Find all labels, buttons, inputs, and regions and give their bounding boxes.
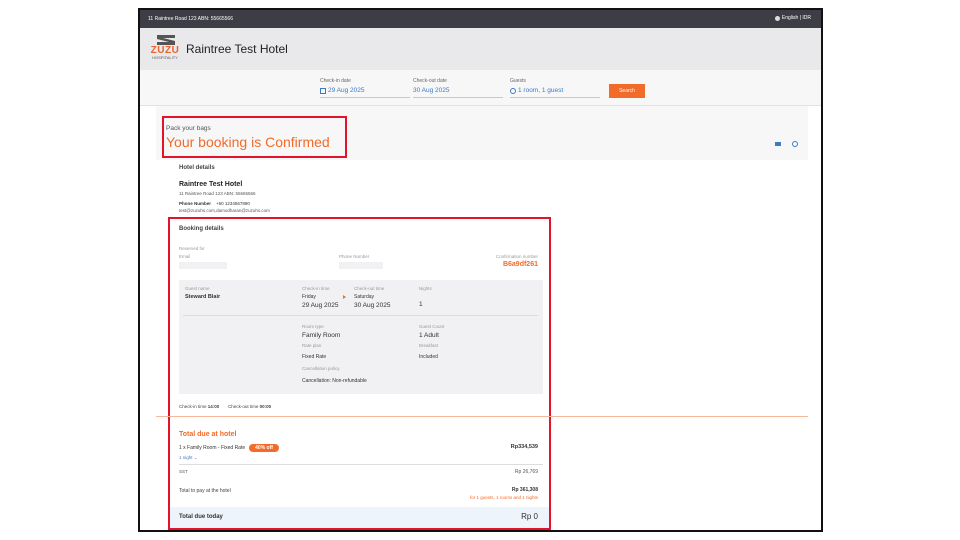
phone-value: +60 1234567890 — [216, 201, 250, 206]
checkout-date-field[interactable]: Check-out date 30 Aug 2025 — [413, 78, 503, 98]
hotel-details-phone: Phone Number +60 1234567890 — [179, 201, 250, 206]
breakfast-label: Breakfast — [419, 343, 439, 348]
confirmation-eyebrow: Pack your bags — [166, 125, 211, 132]
checkin-date-label: Check-in date — [320, 78, 351, 84]
user-icon — [510, 87, 516, 94]
total-due-title: Total due at hotel — [179, 431, 237, 438]
phone-number-label: Phone Number — [339, 254, 370, 259]
checkin-checkout-times: Check-in time 14:00 Check-out time 00:00 — [179, 404, 271, 409]
room-type-label: Room type — [302, 324, 324, 329]
booking-details-title: Booking details — [179, 226, 224, 232]
page-title: Raintree Test Hotel — [186, 42, 288, 56]
room-type: Family Room — [302, 332, 341, 339]
topbar-address: 11 Raintree Road 123 ABN: 55665566 — [148, 16, 233, 22]
print-icon[interactable] — [792, 141, 798, 147]
tax-label: SST — [179, 469, 188, 474]
rate-plan: Fixed Rate — [302, 354, 327, 360]
line-item: 1 x Family Room - Fixed Rate 40% off — [179, 444, 279, 452]
line-item-price: Rp334,539 — [510, 444, 538, 450]
search-bar: Check-in date 29 Aug 2025 Check-out date… — [140, 70, 821, 106]
checkout-date: 30 Aug 2025 — [354, 302, 391, 309]
checkin-time-label: Check-in time — [302, 286, 330, 291]
checkin-time-value: 14:00 — [207, 404, 220, 409]
guest-name-label: Guest name — [185, 286, 210, 291]
logo-subtext: HOSPITALITY — [152, 55, 178, 60]
nights-dropdown[interactable]: 1 night ⌄ — [179, 455, 198, 461]
checkin-date-value: 29 Aug 2025 — [328, 87, 365, 94]
confirmation-number: B6a9df261 — [502, 261, 538, 268]
line-item-label: 1 x Family Room - Fixed Rate — [179, 445, 246, 451]
cancellation-policy: Cancellation: Non-refundable — [302, 378, 367, 384]
zuzu-logo[interactable]: ZUZU HOSPITALITY — [148, 34, 182, 64]
browser-frame: 11 Raintree Road 123 ABN: 55665566 Engli… — [138, 8, 823, 532]
globe-icon — [774, 15, 780, 21]
hotel-details-address: 11 Raintree Road 123 ABN: 55665566 — [179, 191, 256, 196]
total-to-pay-label: Total to pay at the hotel — [179, 488, 231, 494]
tax-value: Rp 26,769 — [514, 469, 538, 475]
checkout-date-label: Check-out date — [413, 78, 447, 84]
confirmation-headline: Your booking is Confirmed — [166, 134, 330, 150]
due-today-row — [170, 507, 549, 528]
checkout-time-text: Check-out time — [228, 404, 259, 409]
top-info-bar: 11 Raintree Road 123 ABN: 55665566 Engli… — [140, 10, 821, 28]
guest-count: 1 Adult — [419, 332, 439, 339]
totals-divider — [179, 464, 543, 465]
guests-label: Guests — [510, 78, 526, 84]
room-card-divider — [183, 315, 538, 316]
language-label: English | IDR — [781, 15, 811, 21]
cancellation-label: Cancellation policy — [302, 366, 340, 371]
hotel-header: ZUZU HOSPITALITY Raintree Test Hotel — [140, 28, 821, 70]
nights-value: 1 — [419, 301, 423, 308]
mail-icon[interactable] — [775, 142, 781, 146]
guest-name: Steward Blair — [185, 294, 221, 300]
guests-value: 1 room, 1 guest — [518, 87, 564, 94]
confirmation-number-label: Confirmation number — [495, 254, 538, 259]
checkin-day: Friday — [302, 294, 316, 300]
section-divider — [156, 416, 808, 417]
guests-field[interactable]: Guests 1 room, 1 guest — [510, 78, 600, 98]
due-today-label: Total due today — [179, 514, 223, 520]
email-value-placeholder — [179, 262, 227, 269]
due-today-value: Rp 0 — [521, 512, 538, 521]
hotel-details-email[interactable]: test@zuzuhs.com,damodharan@zuzuhs.com — [179, 208, 270, 213]
checkout-time-label: Check-out time — [354, 286, 385, 291]
checkout-day: Saturday — [354, 294, 375, 300]
total-to-pay-value: Rp 361,308 — [511, 487, 538, 493]
checkout-date-value: 30 Aug 2025 — [413, 87, 450, 94]
checkin-date-field[interactable]: Check-in date 29 Aug 2025 — [320, 78, 410, 98]
language-currency-selector[interactable]: English | IDR — [774, 15, 811, 21]
checkin-time-text: Check-in time — [179, 404, 207, 409]
hotel-details-title: Hotel details — [179, 165, 215, 171]
breakfast: Included — [419, 354, 438, 360]
calendar-icon — [320, 87, 326, 94]
nights-link-label: 1 night — [179, 455, 193, 460]
discount-badge: 40% off — [249, 444, 279, 452]
arrow-right-icon — [343, 295, 346, 299]
search-button[interactable]: Search — [609, 84, 645, 98]
nights-label: Nights — [419, 286, 432, 291]
hotel-details-name: Raintree Test Hotel — [179, 181, 243, 188]
phone-label: Phone Number — [179, 201, 212, 206]
rate-plan-label: Rate plan — [302, 343, 322, 348]
email-label: Email — [179, 254, 191, 259]
checkout-time-value: 00:00 — [259, 404, 272, 409]
total-to-pay-subtext: for 1 guests, 1 rooms and 1 nights — [469, 495, 538, 500]
chevron-down-icon: ⌄ — [193, 455, 198, 460]
phone-value-placeholder — [339, 262, 383, 269]
reserved-for-label: Reserved for — [179, 246, 205, 251]
guest-count-label: Guest Count — [419, 324, 445, 329]
checkin-date: 29 Aug 2025 — [302, 302, 339, 309]
